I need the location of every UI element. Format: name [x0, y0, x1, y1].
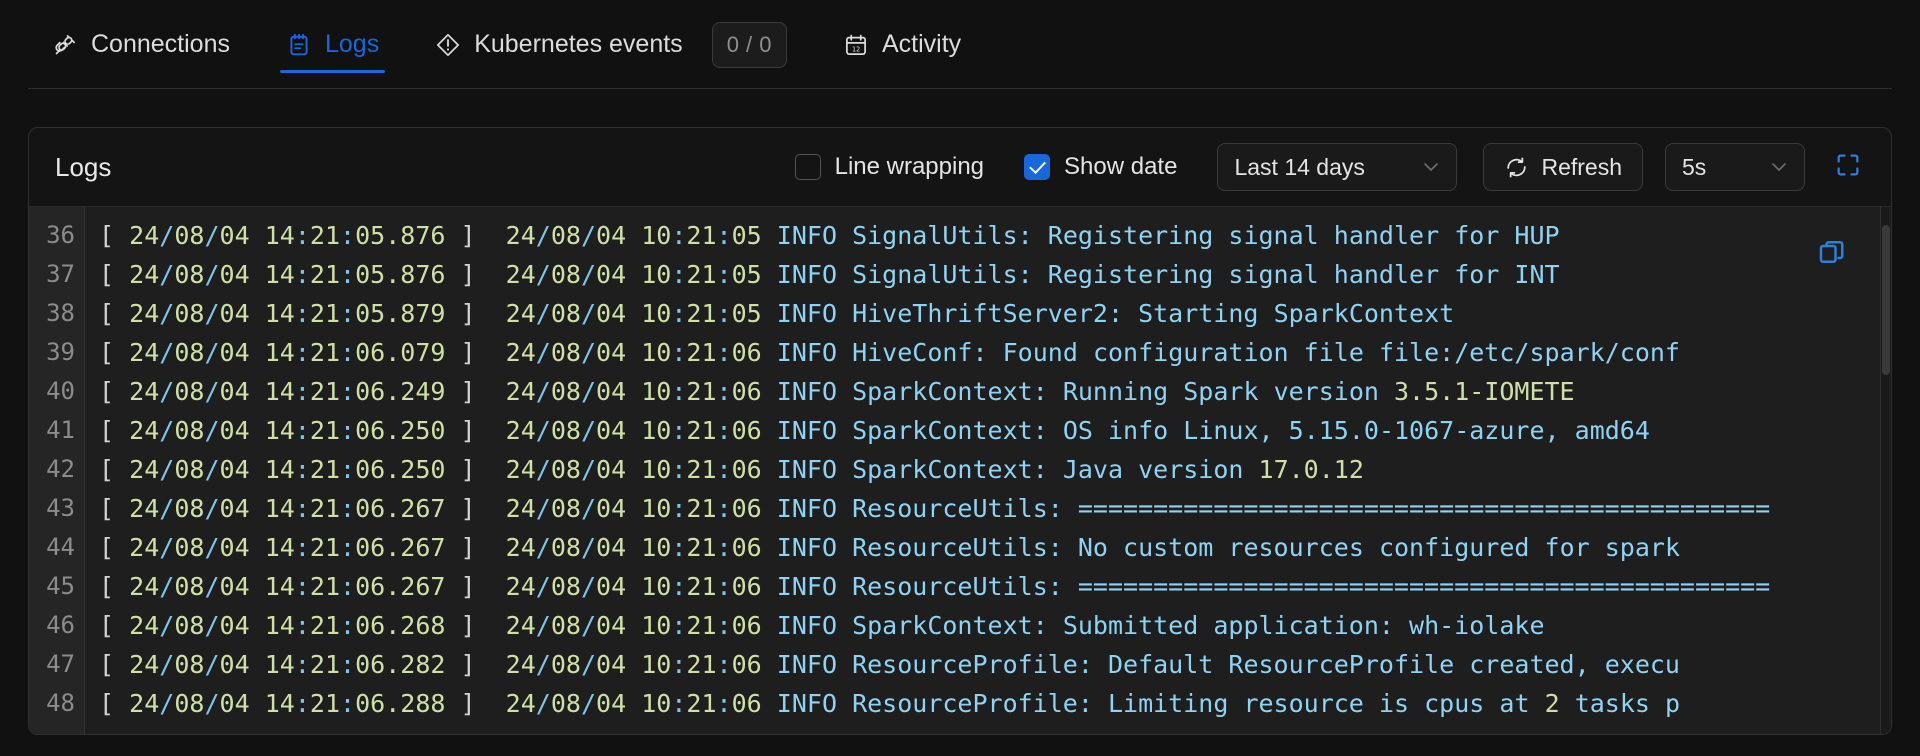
refresh-icon — [1504, 155, 1529, 180]
line-number: 36 — [46, 221, 75, 249]
show-date-checkbox-box[interactable] — [1024, 154, 1051, 180]
log-line: [ 24/08/04 14:21:06.268 ] 24/08/04 10:21… — [99, 611, 1545, 640]
log-vertical-scrollbar-thumb[interactable] — [1882, 225, 1890, 375]
alert-diamond-icon — [435, 32, 461, 58]
line-number: 48 — [46, 689, 75, 717]
line-number: 43 — [46, 494, 75, 522]
show-date-checkbox[interactable]: Show date — [1024, 153, 1177, 181]
time-range-value: Last 14 days — [1234, 153, 1365, 180]
log-line: [ 24/08/04 14:21:05.879 ] 24/08/04 10:21… — [99, 299, 1455, 328]
tab-badge-kubernetes-events: 0 / 0 — [711, 21, 787, 68]
logs-card: Logs Line wrapping Show date Last 14 day… — [28, 127, 1892, 735]
log-line: [ 24/08/04 14:21:06.249 ] 24/08/04 10:21… — [99, 377, 1575, 406]
log-line: [ 24/08/04 14:21:06.282 ] 24/08/04 10:21… — [99, 650, 1680, 679]
line-number: 47 — [46, 650, 75, 678]
log-line: [ 24/08/04 14:21:06.267 ] 24/08/04 10:21… — [99, 533, 1680, 562]
log-viewer[interactable]: 36 37 38 39 40 41 42 43 44 45 46 47 48 [ 24/08/04 14… — [29, 206, 1891, 734]
chevron-down-icon — [1768, 157, 1790, 177]
line-wrapping-checkbox-box[interactable] — [794, 154, 821, 180]
expand-icon — [1834, 151, 1862, 184]
notepad-icon — [286, 32, 312, 58]
line-number: 41 — [46, 416, 75, 444]
line-number: 38 — [46, 299, 75, 327]
calendar-icon: 12 — [843, 32, 869, 58]
chevron-down-icon — [1420, 157, 1442, 177]
active-tab-indicator — [279, 70, 386, 73]
tab-bar-divider — [28, 88, 1892, 89]
svg-text:12: 12 — [852, 45, 860, 53]
line-number: 37 — [46, 260, 75, 288]
log-line: [ 24/08/04 14:21:06.288 ] 24/08/04 10:21… — [99, 689, 1681, 718]
logs-toolbar: Logs Line wrapping Show date Last 14 day… — [29, 128, 1891, 206]
log-line: [ 24/08/04 14:21:06.079 ] 24/08/04 10:21… — [99, 338, 1680, 367]
show-date-label: Show date — [1064, 153, 1178, 180]
tab-logs[interactable]: Logs — [258, 0, 407, 89]
line-number: 39 — [46, 338, 75, 366]
tab-activity[interactable]: 12 Activity — [815, 0, 989, 89]
line-wrapping-label: Line wrapping — [834, 153, 985, 180]
log-vertical-scrollbar[interactable] — [1880, 207, 1891, 734]
copy-logs-button[interactable] — [1811, 233, 1853, 275]
line-number: 46 — [46, 611, 75, 639]
refresh-interval-select[interactable]: 5s — [1665, 143, 1805, 191]
tab-label: Activity — [882, 30, 962, 58]
line-wrapping-checkbox[interactable]: Line wrapping — [794, 153, 985, 181]
line-number: 45 — [46, 572, 75, 600]
tab-label: Kubernetes events — [474, 30, 683, 58]
refresh-label: Refresh — [1541, 153, 1622, 180]
log-lines-container[interactable]: [ 24/08/04 14:21:05.876 ] 24/08/04 10:21… — [85, 207, 1891, 734]
panel-title: Logs — [55, 151, 112, 182]
log-line: [ 24/08/04 14:21:06.267 ] 24/08/04 10:21… — [99, 572, 1771, 601]
refresh-button[interactable]: Refresh — [1483, 143, 1643, 191]
line-number: 40 — [46, 377, 75, 405]
log-line: [ 24/08/04 14:21:05.876 ] 24/08/04 10:21… — [99, 221, 1560, 250]
time-range-select[interactable]: Last 14 days — [1217, 143, 1458, 191]
plug-icon — [52, 32, 78, 58]
log-line: [ 24/08/04 14:21:06.267 ] 24/08/04 10:21… — [99, 494, 1771, 523]
tab-list: Connections Logs Kubernetes events 0 / 0 12 A… — [24, 0, 989, 89]
fullscreen-button[interactable] — [1827, 146, 1869, 188]
line-number-gutter: 36 37 38 39 40 41 42 43 44 45 46 47 48 — [29, 207, 85, 734]
tab-bar: Connections Logs Kubernetes events 0 / 0 12 A… — [0, 0, 1920, 105]
copy-icon — [1817, 237, 1847, 272]
tab-connections[interactable]: Connections — [24, 0, 258, 89]
refresh-interval-value: 5s — [1682, 153, 1707, 180]
line-number: 42 — [46, 455, 75, 483]
log-line: [ 24/08/04 14:21:06.250 ] 24/08/04 10:21… — [99, 416, 1650, 445]
line-number: 44 — [46, 533, 75, 561]
tab-label: Logs — [324, 30, 380, 58]
tab-label: Connections — [91, 30, 230, 58]
tab-kubernetes-events[interactable]: Kubernetes events 0 / 0 — [407, 0, 815, 89]
log-line: [ 24/08/04 14:21:05.876 ] 24/08/04 10:21… — [99, 260, 1560, 289]
log-line: [ 24/08/04 14:21:06.250 ] 24/08/04 10:21… — [99, 455, 1364, 484]
